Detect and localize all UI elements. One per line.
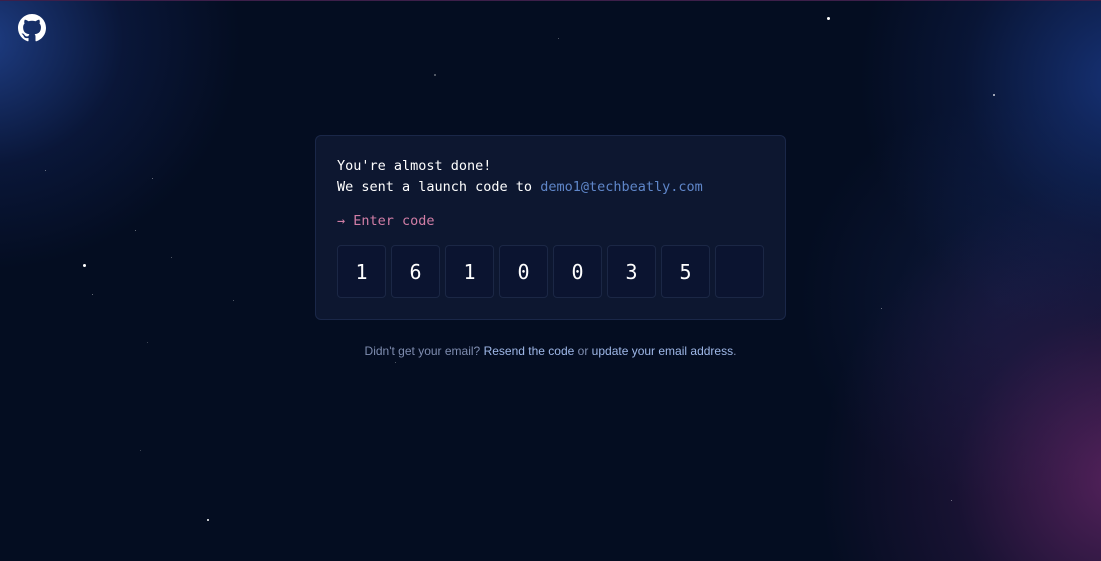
- code-digit-input[interactable]: 6: [391, 245, 440, 298]
- star: [827, 17, 830, 20]
- star: [45, 170, 46, 171]
- prompt-label: Enter code: [353, 213, 435, 229]
- star: [92, 294, 93, 295]
- code-digit-input[interactable]: 3: [607, 245, 656, 298]
- github-octocat-icon[interactable]: [18, 14, 46, 42]
- star: [881, 308, 882, 309]
- email-address: demo1@techbeatly.com: [540, 179, 703, 195]
- code-digit-input[interactable]: 0: [553, 245, 602, 298]
- sent-message: We sent a launch code to demo1@techbeatl…: [337, 179, 703, 195]
- code-input-group: 1 6 1 0 0 3 5: [337, 245, 764, 298]
- update-email-link[interactable]: update your email address: [592, 344, 733, 358]
- code-digit-input[interactable]: [715, 245, 764, 298]
- code-digit-input[interactable]: 1: [445, 245, 494, 298]
- card-title: You're almost done!: [337, 158, 492, 174]
- star: [135, 230, 136, 231]
- star: [147, 342, 148, 343]
- star: [558, 38, 559, 39]
- star: [951, 500, 952, 501]
- star: [152, 178, 153, 179]
- code-digit-input[interactable]: 0: [499, 245, 548, 298]
- code-digit-input[interactable]: 1: [337, 245, 386, 298]
- resend-help-text: Didn't get your email? Resend the code o…: [0, 344, 1101, 358]
- star: [233, 300, 234, 301]
- star: [434, 74, 436, 76]
- verification-card: You're almost done! We sent a launch cod…: [315, 135, 786, 320]
- resend-code-link[interactable]: Resend the code: [484, 344, 575, 358]
- star: [83, 264, 86, 267]
- star: [171, 257, 172, 258]
- star: [207, 519, 209, 521]
- star: [140, 450, 141, 451]
- top-border: [0, 0, 1101, 1]
- enter-code-prompt: → Enter code: [337, 213, 435, 229]
- footer-question: Didn't get your email?: [364, 344, 481, 358]
- star: [395, 362, 396, 363]
- prompt-arrow: →: [337, 213, 346, 229]
- footer-or: or: [577, 344, 589, 358]
- star: [993, 94, 995, 96]
- code-digit-input[interactable]: 5: [661, 245, 710, 298]
- footer-period: .: [733, 344, 737, 358]
- sent-text: We sent a launch code to: [337, 179, 533, 195]
